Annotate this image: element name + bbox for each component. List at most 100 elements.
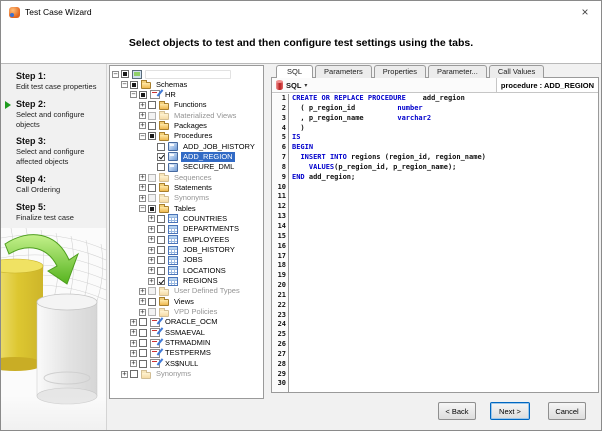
expander-plus-icon[interactable]: + xyxy=(139,184,146,192)
checkbox-partial[interactable] xyxy=(139,90,147,99)
expander-plus-icon[interactable]: + xyxy=(130,360,137,368)
tree-item-regions[interactable]: + REGIONS xyxy=(110,276,263,286)
tree-item-jobs[interactable]: + JOBS xyxy=(110,255,263,265)
checkbox-grayed[interactable] xyxy=(148,287,156,296)
checkbox-unchecked[interactable] xyxy=(139,359,147,368)
back-button[interactable]: < Back xyxy=(438,402,476,420)
tab-parameters[interactable]: Parameters xyxy=(315,65,372,78)
tree-item-procedures[interactable]: − Procedures xyxy=(110,131,263,141)
checkbox-unchecked[interactable] xyxy=(139,339,147,348)
checkbox-unchecked[interactable] xyxy=(148,297,156,306)
checkbox-unchecked[interactable] xyxy=(139,349,147,358)
tree-item-tables[interactable]: − Tables xyxy=(110,203,263,214)
tree-item-departments[interactable]: + DEPARTMENTS xyxy=(110,224,263,234)
chevron-down-icon[interactable]: ▾ xyxy=(304,82,307,89)
expander-plus-icon[interactable]: + xyxy=(148,246,155,254)
tree-item-materialized-views[interactable]: + Materialized Views xyxy=(110,110,263,121)
tree-item-locations[interactable]: + LOCATIONS xyxy=(110,266,263,276)
checkbox-grayed[interactable] xyxy=(148,194,156,203)
checkbox-unchecked[interactable] xyxy=(157,256,165,265)
expander-plus-icon[interactable]: + xyxy=(148,277,155,285)
expander-plus-icon[interactable]: + xyxy=(121,370,128,378)
checkbox-unchecked[interactable] xyxy=(157,142,165,151)
checkbox-partial[interactable] xyxy=(121,70,129,79)
tree-item-add-job-history[interactable]: ADD_JOB_HISTORY xyxy=(110,141,263,152)
tree-item-oracle-ocm[interactable]: + ORACLE_OCM xyxy=(110,317,263,327)
checkbox-grayed[interactable] xyxy=(148,173,156,182)
checkbox-unchecked[interactable] xyxy=(157,225,165,234)
checkbox-unchecked[interactable] xyxy=(157,266,165,275)
cancel-button[interactable]: Cancel xyxy=(548,402,586,420)
expander-plus-icon[interactable]: + xyxy=(139,287,146,295)
expander-plus-icon[interactable]: + xyxy=(130,349,137,357)
checkbox-partial[interactable] xyxy=(130,80,138,89)
sql-editor[interactable]: 1 2 3 4 5 6 7 8 9 10 11 12 13 14 15 16 17 18 19 20 21 22 23 24 2… xyxy=(272,94,598,392)
tree-item-countries[interactable]: + COUNTRIES xyxy=(110,214,263,224)
tab-parameter[interactable]: Parameter... xyxy=(427,65,487,78)
tree-item-xs$null[interactable]: + XS$NULL xyxy=(110,359,263,369)
expander-minus-icon[interactable]: − xyxy=(139,132,146,140)
expander-plus-icon[interactable]: + xyxy=(130,329,137,337)
expander-minus-icon[interactable]: − xyxy=(112,70,119,78)
expander-minus-icon[interactable]: − xyxy=(121,81,128,89)
expander-plus-icon[interactable]: + xyxy=(130,318,137,326)
next-button[interactable]: Next > xyxy=(490,402,530,420)
checkbox-unchecked[interactable] xyxy=(148,183,156,192)
tree-item-user-defined-types[interactable]: + User Defined Types xyxy=(110,286,263,296)
checkbox-grayed[interactable] xyxy=(148,308,156,317)
checkbox-unchecked[interactable] xyxy=(148,101,156,110)
tab-call-values[interactable]: Call Values xyxy=(488,65,545,78)
tree-item-strmadmin[interactable]: + STRMADMIN xyxy=(110,338,263,348)
expander-plus-icon[interactable]: + xyxy=(139,308,146,316)
tree-item-statements[interactable]: + Statements xyxy=(110,183,263,193)
checkbox-partial[interactable] xyxy=(148,204,156,213)
tree-item-schemas[interactable]: − Schemas xyxy=(110,79,263,90)
checkbox-unchecked[interactable] xyxy=(157,214,165,223)
checkbox-grayed[interactable] xyxy=(148,111,156,120)
checkbox-unchecked[interactable] xyxy=(139,328,147,337)
tree-item-sequences[interactable]: + Sequences xyxy=(110,172,263,183)
tree-item-secure-dml[interactable]: SECURE_DML xyxy=(110,162,263,172)
expander-plus-icon[interactable]: + xyxy=(139,194,146,202)
expander-plus-icon[interactable]: + xyxy=(148,236,155,244)
checkbox-unchecked[interactable] xyxy=(139,318,147,327)
checkbox-unchecked[interactable] xyxy=(157,235,165,244)
expander-plus-icon[interactable]: + xyxy=(148,225,155,233)
checkbox-partial[interactable] xyxy=(148,132,156,141)
expander-plus-icon[interactable]: + xyxy=(139,122,146,130)
expander-plus-icon[interactable]: + xyxy=(148,215,155,223)
expander-minus-icon[interactable]: − xyxy=(139,205,146,213)
expander-plus-icon[interactable]: + xyxy=(139,112,146,120)
checkbox-checked[interactable] xyxy=(157,277,165,286)
checkbox-unchecked[interactable] xyxy=(130,370,138,379)
tree-item-synonyms[interactable]: + Synonyms xyxy=(110,369,263,379)
tree-item-vpd-policies[interactable]: + VPD Policies xyxy=(110,307,263,317)
tree-item-root[interactable]: − xyxy=(110,69,263,79)
expander-plus-icon[interactable]: + xyxy=(148,267,155,275)
tree-item-functions[interactable]: + Functions xyxy=(110,100,263,110)
expander-plus-icon[interactable]: + xyxy=(139,101,146,109)
sql-dropdown[interactable]: SQL xyxy=(286,81,301,90)
checkbox-unchecked[interactable] xyxy=(157,246,165,255)
tab-sql[interactable]: SQL xyxy=(276,65,314,78)
expander-plus-icon[interactable]: + xyxy=(139,174,146,182)
expander-plus-icon[interactable]: + xyxy=(139,298,146,306)
tab-properties[interactable]: Properties xyxy=(373,65,426,78)
tree-item-views[interactable]: + Views xyxy=(110,297,263,307)
tree-item-employees[interactable]: + EMPLOYEES xyxy=(110,235,263,245)
expander-plus-icon[interactable]: + xyxy=(148,256,155,264)
tree-item-packages[interactable]: + Packages xyxy=(110,121,263,131)
tree-item-hr[interactable]: − HR xyxy=(110,90,263,100)
tree-item-testperms[interactable]: + TESTPERMS xyxy=(110,348,263,358)
checkbox-checked[interactable] xyxy=(157,152,165,161)
checkbox-unchecked[interactable] xyxy=(148,121,156,130)
tree-item-ssmaeval[interactable]: + SSMAEVAL xyxy=(110,328,263,338)
close-icon[interactable]: × xyxy=(577,6,593,18)
expander-minus-icon[interactable]: − xyxy=(130,91,137,99)
tree-item-synonyms[interactable]: + Synonyms xyxy=(110,193,263,203)
expander-plus-icon[interactable]: + xyxy=(130,339,137,347)
code-area[interactable]: CREATE OR REPLACE PROCEDURE add_region (… xyxy=(289,94,598,392)
tree-item-add-region[interactable]: ADD_REGION xyxy=(110,151,263,162)
tree-item-job-history[interactable]: + JOB_HISTORY xyxy=(110,245,263,255)
checkbox-unchecked[interactable] xyxy=(157,163,165,172)
